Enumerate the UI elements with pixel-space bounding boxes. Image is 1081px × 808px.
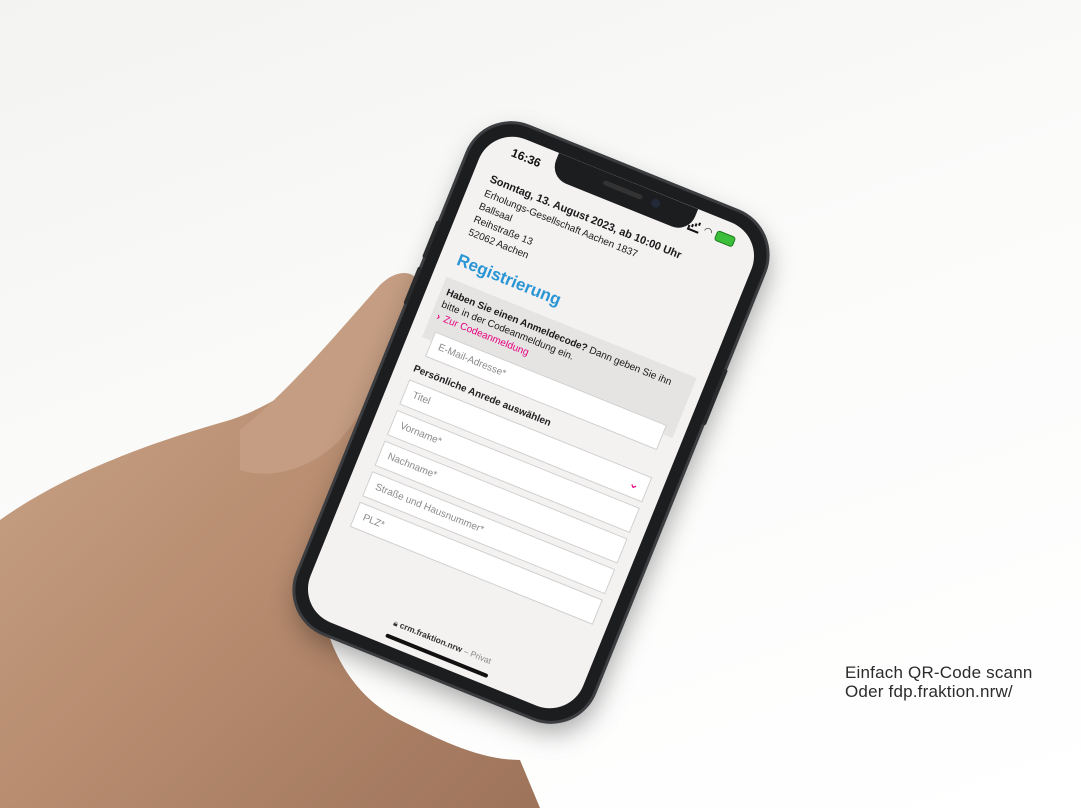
- caption-text: Einfach QR-Code scann Oder fdp.fraktion.…: [845, 663, 1033, 701]
- zip-placeholder: PLZ*: [361, 512, 386, 531]
- caption-line-2: Oder fdp.fraktion.nrw/: [845, 682, 1013, 701]
- chevron-right-icon: ›: [434, 311, 443, 323]
- caption-line-1: Einfach QR-Code scann: [845, 663, 1033, 682]
- speaker-grille: [602, 179, 644, 201]
- signal-icon: [687, 219, 703, 234]
- wifi-icon: ◠: [701, 225, 715, 239]
- lastname-placeholder: Nachname*: [385, 451, 439, 482]
- url-domain: crm.fraktion.nrw: [398, 620, 464, 655]
- battery-icon: [713, 229, 737, 248]
- chevron-down-icon: ⌄: [627, 475, 642, 493]
- status-icons: ◠: [687, 219, 737, 248]
- title-placeholder: Titel: [410, 390, 432, 408]
- url-suffix: – Privat: [462, 645, 493, 667]
- front-camera: [649, 197, 662, 210]
- status-time: 16:36: [509, 145, 543, 171]
- firstname-placeholder: Vorname*: [398, 420, 444, 448]
- photo-scene: 16:36 ◠ Sonntag, 13. August 2023, ab 10:…: [0, 0, 1081, 808]
